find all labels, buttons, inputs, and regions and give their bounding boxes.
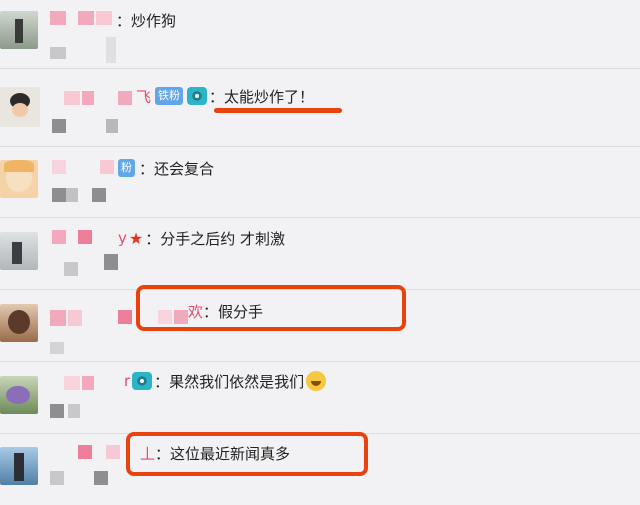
- comment-text-1: ：炒作狗: [116, 11, 177, 30]
- comment-row-2: 飞 铁粉 ：太能炒作了！: [0, 75, 640, 147]
- star-icon: ★: [128, 228, 144, 248]
- comment-row-1: ：炒作狗: [0, 0, 640, 69]
- name-mosaic: [52, 230, 66, 244]
- camera-icon: [187, 87, 208, 105]
- fan-badge: 铁粉: [155, 87, 184, 105]
- highlight-box: [126, 432, 368, 476]
- name-fragment[interactable]: r: [124, 372, 130, 390]
- avatar[interactable]: [0, 232, 38, 270]
- comment-row-7: 丄 ：这位最近新闻真多: [0, 432, 640, 505]
- avatar[interactable]: [0, 87, 40, 127]
- avatar[interactable]: [0, 160, 38, 198]
- name-mosaic: [50, 11, 66, 25]
- comment-text: y ★ ：分手之后约 才刺激: [118, 227, 285, 249]
- comment-row-4: y ★ ：分手之后约 才刺激: [0, 218, 640, 290]
- name-mosaic: [50, 310, 66, 326]
- avatar[interactable]: [0, 304, 38, 342]
- comment-text-4: ：分手之后约 才刺激: [145, 229, 286, 248]
- comment-text: 粉 ：还会复合: [118, 157, 214, 179]
- fan-badge: 粉: [118, 159, 135, 177]
- highlight-box: [136, 285, 406, 331]
- comment-text: 飞 铁粉 ：太能炒作了！: [136, 85, 314, 107]
- name-fragment[interactable]: 飞: [136, 86, 151, 107]
- avatar[interactable]: [0, 11, 38, 49]
- comment-text-3: ：还会复合: [139, 159, 215, 178]
- avatar[interactable]: [0, 447, 38, 485]
- comment-text: r ：果然我们依然是我们: [124, 370, 327, 392]
- comment-row-5: 欢 ：假分手: [0, 285, 640, 362]
- name-fragment[interactable]: y: [118, 229, 127, 247]
- name-mosaic: [52, 160, 66, 174]
- comment-text-6: ：果然我们依然是我们: [154, 372, 305, 391]
- comment-text: ：炒作狗: [116, 9, 176, 31]
- comment-text-2: ：太能炒作了！: [209, 87, 315, 106]
- avatar[interactable]: [0, 376, 38, 414]
- highlight-underline: [214, 108, 342, 113]
- name-mosaic: [78, 445, 92, 459]
- name-mosaic: [64, 91, 80, 105]
- comment-row-3: 粉 ：还会复合: [0, 146, 640, 218]
- name-mosaic: [64, 376, 80, 390]
- comment-row-6: r ：果然我们依然是我们: [0, 362, 640, 434]
- laugh-cry-emoji-icon: [306, 371, 327, 391]
- camera-icon: [132, 372, 153, 390]
